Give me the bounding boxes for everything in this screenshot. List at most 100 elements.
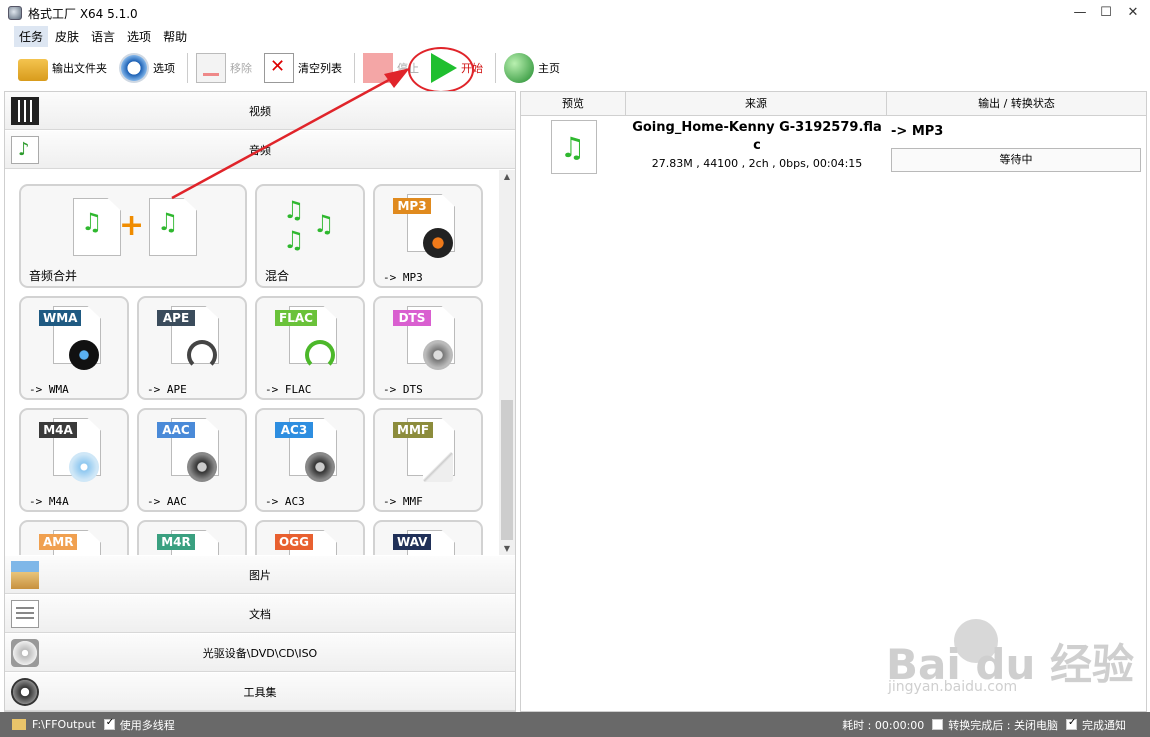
tile-label: -> AAC <box>147 495 187 508</box>
column-source[interactable]: 来源 <box>626 92 887 116</box>
clear-list-button[interactable]: 清空列表 <box>260 50 346 86</box>
tile-to-mp3[interactable]: MP3 -> MP3 <box>373 184 483 288</box>
menu-options[interactable]: 选项 <box>122 26 156 47</box>
multithread-checkbox[interactable] <box>103 717 115 730</box>
task-source-info: 27.83M , 44100 , 2ch , 0bps, 00:04:15 <box>651 157 863 170</box>
task-output-format: -> MP3 <box>891 124 944 139</box>
category-video-label: 视频 <box>249 105 271 118</box>
tile-to-dts[interactable]: DTS -> DTS <box>373 296 483 400</box>
tile-audio-join[interactable]: ♫ + ♫ 音频合并 <box>19 184 247 288</box>
menu-help[interactable]: 帮助 <box>158 26 192 47</box>
title-bar: 格式工厂 X64 5.1.0 — ☐ ✕ <box>0 0 1150 26</box>
format-badge: MMF <box>393 422 434 438</box>
tile-to-ogg[interactable]: OGG <box>255 520 365 555</box>
highlight-circle <box>408 47 474 93</box>
window-title: 格式工厂 X64 5.1.0 <box>28 6 138 21</box>
headphones-icon <box>187 340 217 370</box>
home-button[interactable]: 主页 <box>500 50 564 86</box>
options-label: 选项 <box>153 62 175 75</box>
category-video[interactable]: 视频 <box>5 92 515 130</box>
format-badge: MP3 <box>393 198 431 214</box>
tile-label: -> MMF <box>383 495 423 508</box>
category-document-label: 文档 <box>249 608 271 621</box>
format-badge: AMR <box>39 534 78 550</box>
clear-list-label: 清空列表 <box>298 62 342 75</box>
tile-to-m4r[interactable]: M4R <box>137 520 247 555</box>
media-player-icon <box>69 340 99 370</box>
music-disc-icon <box>69 452 99 482</box>
format-badge: APE <box>157 310 195 326</box>
tile-to-ac3[interactable]: AC3 -> AC3 <box>255 408 365 512</box>
task-row[interactable]: Going_Home-Kenny G-3192579.flac 27.83M ,… <box>521 117 1146 177</box>
tile-label: -> DTS <box>383 383 423 396</box>
folder-icon <box>18 59 48 81</box>
folder-icon <box>12 719 26 730</box>
home-label: 主页 <box>538 62 560 75</box>
notify-checkbox[interactable] <box>1066 717 1077 730</box>
column-preview[interactable]: 预览 <box>521 92 626 116</box>
format-badge: OGG <box>275 534 313 550</box>
output-folder-button[interactable]: 输出文件夹 <box>14 50 111 86</box>
tile-to-wma[interactable]: WMA -> WMA <box>19 296 129 400</box>
toolbar-separator <box>495 53 496 83</box>
menu-bar: 任务 皮肤 语言 选项 帮助 <box>0 25 1150 47</box>
format-badge: M4A <box>39 422 77 438</box>
minimize-button[interactable]: — <box>1066 0 1094 26</box>
format-badge: AC3 <box>275 422 313 438</box>
output-folder-label: 输出文件夹 <box>52 62 107 75</box>
music-note-icon: ♫ <box>81 208 103 236</box>
menu-skin[interactable]: 皮肤 <box>50 26 84 47</box>
tile-audio-mix[interactable]: ♫ ♫ ♫ 混合 <box>255 184 365 288</box>
category-document[interactable]: 文档 <box>5 595 515 633</box>
close-button[interactable]: ✕ <box>1119 0 1147 26</box>
tile-to-ape[interactable]: APE -> APE <box>137 296 247 400</box>
app-icon <box>8 6 22 20</box>
task-source-filename: Going_Home-Kenny G-3192579.flac <box>632 120 882 153</box>
plus-icon: + <box>119 208 145 243</box>
task-status: 等待中 <box>891 148 1141 172</box>
category-panel: 视频 音频 ♫ + ♫ 音频合并 ♫ ♫ ♫ 混合 MP3 <box>4 91 516 712</box>
maximize-button[interactable]: ☐ <box>1092 0 1120 26</box>
category-picture-label: 图片 <box>249 569 271 582</box>
remove-icon <box>196 53 226 83</box>
remove-button[interactable]: 移除 <box>192 50 256 86</box>
tile-to-mmf[interactable]: MMF -> MMF <box>373 408 483 512</box>
scroll-down-arrow-icon[interactable]: ▼ <box>499 544 515 553</box>
scrollbar-thumb[interactable] <box>501 400 513 540</box>
format-factory-window: 格式工厂 X64 5.1.0 — ☐ ✕ 任务 皮肤 语言 选项 帮助 输出文件… <box>0 0 1150 737</box>
elapsed-time: 耗时 : 00:00:00 <box>842 718 925 732</box>
format-badge: FLAC <box>275 310 317 326</box>
speaker-icon <box>423 340 453 370</box>
category-tools-label: 工具集 <box>243 686 277 699</box>
music-note-icon: ♫ <box>283 196 305 224</box>
watermark-sub: jingyan.baidu.com <box>888 679 1018 695</box>
category-audio[interactable]: 音频 <box>5 131 515 169</box>
menu-language[interactable]: 语言 <box>86 26 120 47</box>
tile-to-flac[interactable]: FLAC -> FLAC <box>255 296 365 400</box>
category-tools[interactable]: 工具集 <box>5 673 515 711</box>
menu-task[interactable]: 任务 <box>14 25 49 47</box>
after-convert-checkbox[interactable] <box>932 719 944 730</box>
tile-label: 混合 <box>265 269 290 283</box>
notify-label: 完成通知 <box>1082 718 1126 732</box>
after-convert-label: 转换完成后 : 关闭电脑 <box>948 718 1058 732</box>
scroll-up-arrow-icon[interactable]: ▲ <box>499 172 515 181</box>
options-button[interactable]: 选项 <box>115 50 179 86</box>
format-badge: WMA <box>39 310 82 326</box>
tile-label: -> FLAC <box>265 383 312 396</box>
task-table-header: 预览 来源 输出 / 转换状态 <box>521 92 1146 116</box>
tile-to-m4a[interactable]: M4A -> M4A <box>19 408 129 512</box>
tiles-scrollbar[interactable]: ▲ ▼ <box>499 170 515 555</box>
tile-label: -> AC3 <box>265 495 305 508</box>
tile-to-aac[interactable]: AAC -> AAC <box>137 408 247 512</box>
tile-label: -> APE <box>147 383 187 396</box>
category-picture[interactable]: 图片 <box>5 556 515 594</box>
tile-to-wav[interactable]: WAV <box>373 520 483 555</box>
toolbar-separator <box>187 53 188 83</box>
task-list-panel: 预览 来源 输出 / 转换状态 Going_Home-Kenny G-31925… <box>520 91 1147 712</box>
format-badge: M4R <box>157 534 195 550</box>
column-output-status[interactable]: 输出 / 转换状态 <box>887 92 1146 116</box>
output-path[interactable]: F:\FFOutput <box>32 718 96 731</box>
category-disc[interactable]: 光驱设备\DVD\CD\ISO <box>5 634 515 672</box>
tile-to-amr[interactable]: AMR <box>19 520 129 555</box>
